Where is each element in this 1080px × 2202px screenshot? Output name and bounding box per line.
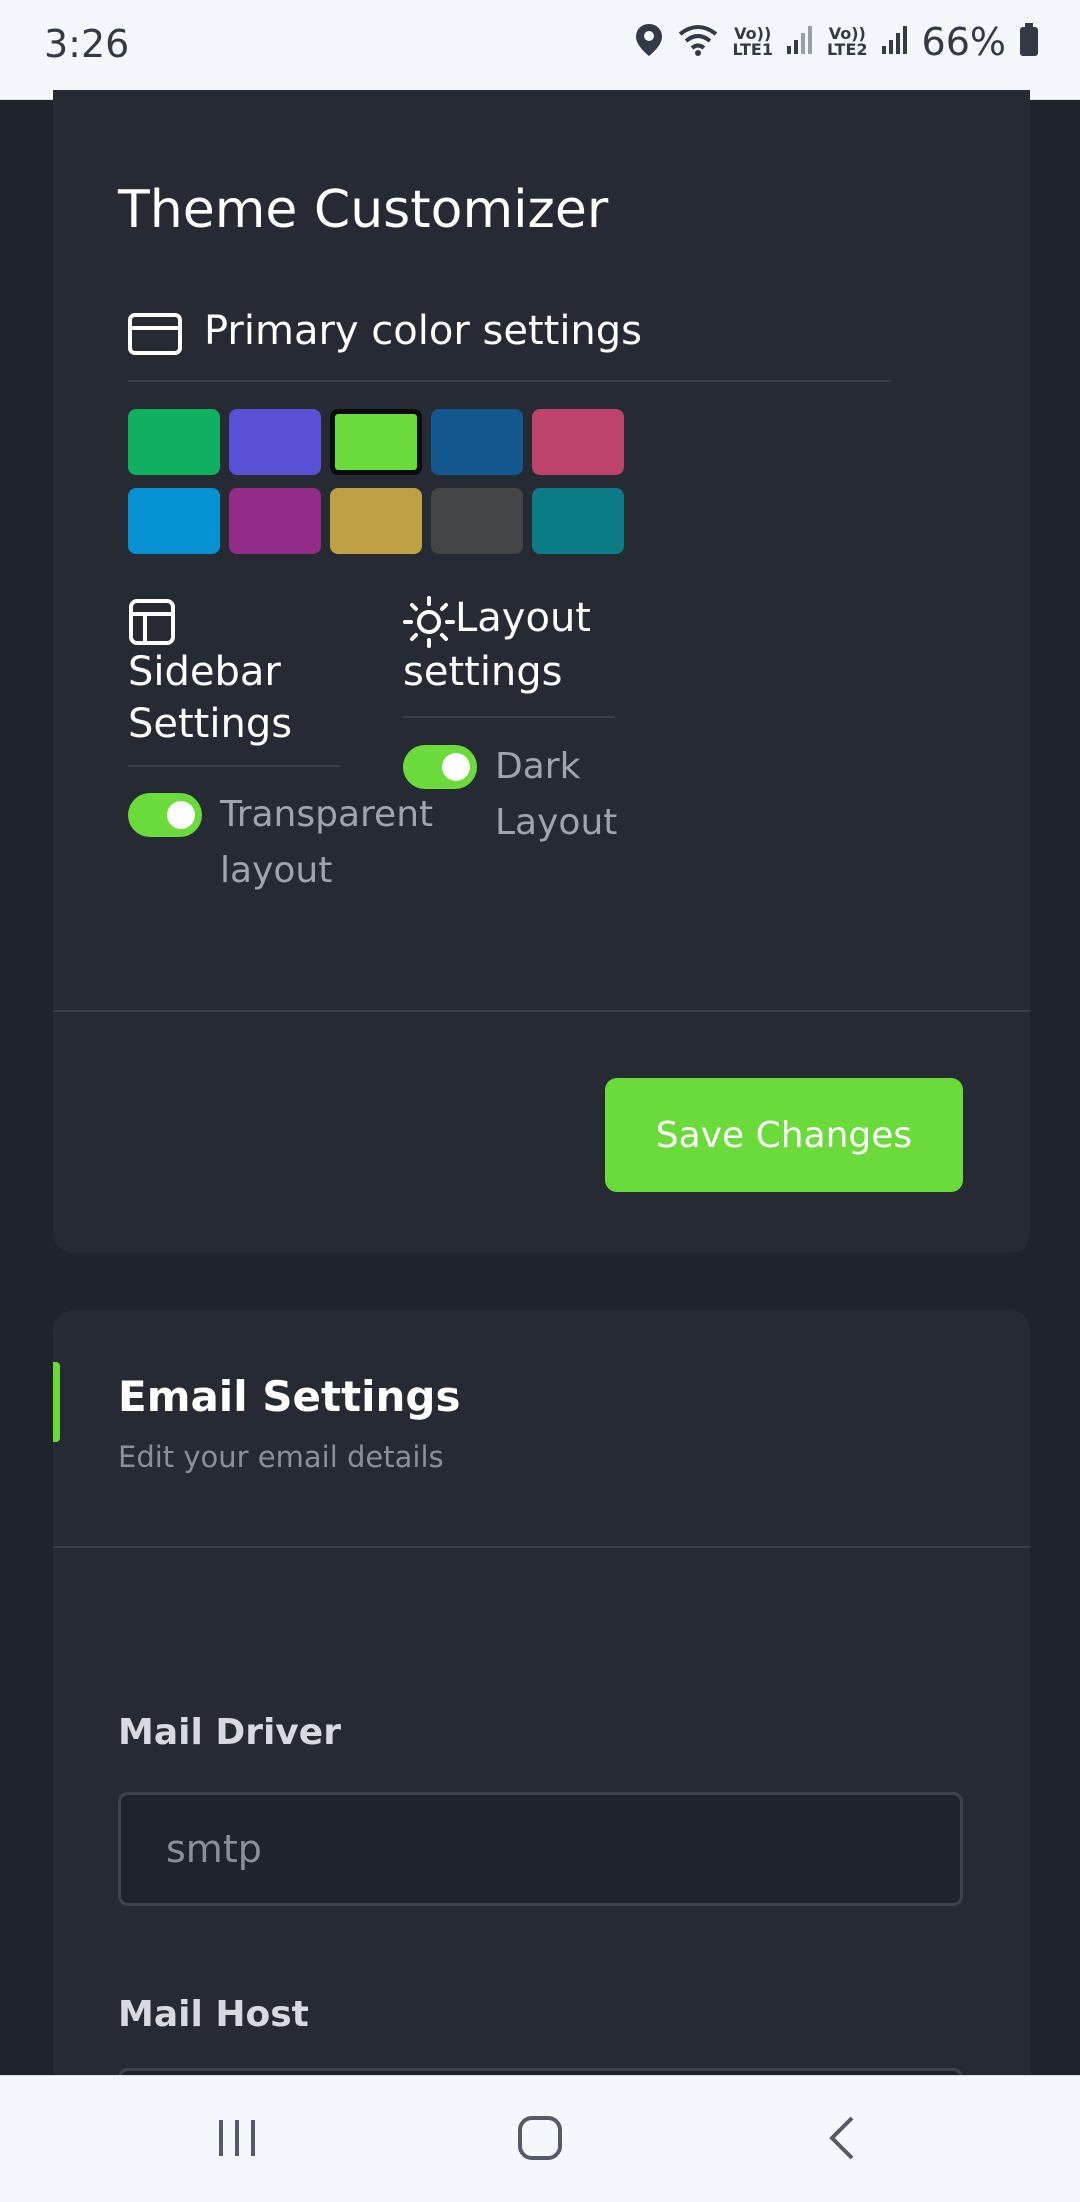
mail-host-label: Mail Host <box>118 1994 309 2035</box>
color-swatch[interactable] <box>532 488 624 554</box>
layout-settings-line2: settings <box>403 649 563 695</box>
accent-bar <box>53 1362 60 1442</box>
color-swatch[interactable] <box>431 409 523 475</box>
divider <box>403 716 615 718</box>
transparent-layout-line1: Transparent <box>220 794 434 835</box>
mail-driver-label: Mail Driver <box>118 1712 341 1753</box>
sim2-lte-label: LTE2 <box>827 40 868 59</box>
color-swatch[interactable] <box>128 488 220 554</box>
location-icon <box>634 22 664 62</box>
divider <box>128 765 340 767</box>
primary-color-label: Primary color settings <box>204 308 643 354</box>
email-settings-subtitle: Edit your email details <box>118 1440 444 1474</box>
dark-layout-line1: Dark <box>495 746 581 787</box>
dark-layout-toggle[interactable] <box>403 745 477 789</box>
color-swatch[interactable] <box>330 409 422 475</box>
layout-settings-line1: Layout <box>455 595 591 641</box>
divider <box>128 380 890 382</box>
toggle-knob <box>167 801 195 829</box>
signal-icon <box>880 24 910 60</box>
home-icon[interactable] <box>516 2114 564 2166</box>
transparent-layout-toggle[interactable] <box>128 793 202 837</box>
transparent-layout-line2: layout <box>220 850 333 891</box>
status-bar: 3:26 Vo)) LTE1 Vo)) LTE2 66% <box>0 0 1080 100</box>
save-changes-button[interactable]: Save Changes <box>605 1078 963 1192</box>
transparent-layout-label: Transparent layout <box>220 787 433 899</box>
recent-apps-icon[interactable] <box>215 2116 259 2164</box>
color-swatch[interactable] <box>431 488 523 554</box>
wifi-icon <box>676 22 720 62</box>
primary-color-header: Primary color settings <box>128 305 642 359</box>
sim1-lte-label: LTE1 <box>732 40 773 59</box>
sidebar-settings-line1: Sidebar <box>128 649 281 695</box>
sidebar-settings-line2: Settings <box>128 701 293 747</box>
status-icons: Vo)) LTE1 Vo)) LTE2 66% <box>634 18 1040 66</box>
toggle-knob <box>442 753 470 781</box>
card-header-divider <box>53 1546 1030 1548</box>
color-swatch[interactable] <box>229 488 321 554</box>
signal-icon <box>785 24 815 60</box>
credit-card-icon <box>128 313 182 359</box>
layout-settings-header: Layout <box>403 592 591 652</box>
sim2-indicator: Vo)) LTE2 <box>827 26 868 58</box>
email-settings-title: Email Settings <box>118 1372 461 1421</box>
color-swatch[interactable] <box>330 488 422 554</box>
dark-layout-line2: Layout <box>495 802 618 843</box>
battery-percent: 66% <box>921 20 1006 64</box>
page-title: Theme Customizer <box>118 180 609 240</box>
layout-dashboard-icon <box>128 598 176 650</box>
sun-icon <box>403 596 455 652</box>
card-footer-divider <box>53 1010 1030 1012</box>
sim1-indicator: Vo)) LTE1 <box>732 26 773 58</box>
battery-icon <box>1018 22 1040 62</box>
status-time: 3:26 <box>44 22 130 66</box>
color-swatch[interactable] <box>128 409 220 475</box>
dark-layout-label: Dark Layout <box>495 739 617 851</box>
back-icon[interactable] <box>826 2114 856 2166</box>
color-swatch[interactable] <box>229 409 321 475</box>
color-swatch[interactable] <box>532 409 624 475</box>
sidebar-settings-label: Sidebar Settings <box>128 646 292 750</box>
system-nav-bar <box>0 2075 1080 2202</box>
mail-driver-input[interactable]: smtp <box>118 1792 963 1906</box>
